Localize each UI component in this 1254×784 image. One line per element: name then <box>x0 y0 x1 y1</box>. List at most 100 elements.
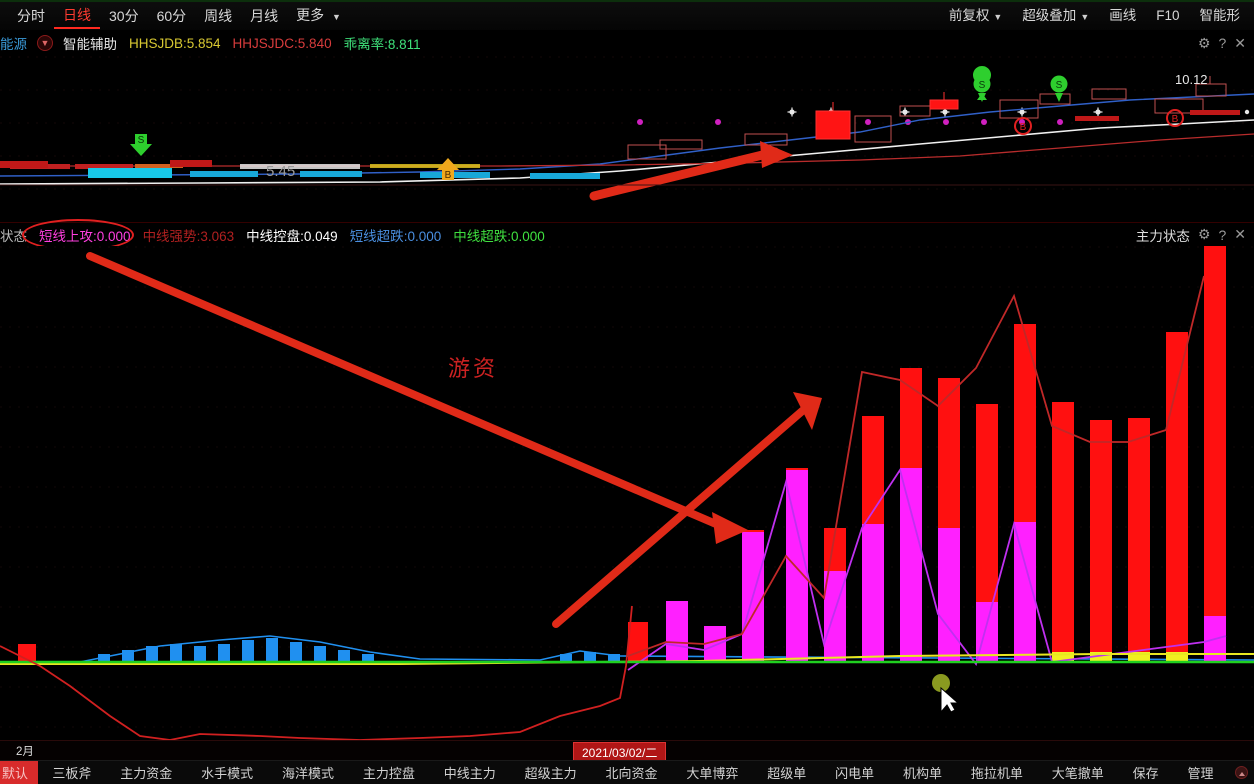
volume-chart-svg: 游资 <box>0 246 1254 740</box>
field-guailvlv: 乖离率:8.811 <box>343 37 421 52</box>
bar-red <box>976 404 998 602</box>
btn-jigoudan[interactable]: 机构单 <box>889 761 957 784</box>
collapse-knob-icon[interactable] <box>1228 761 1254 784</box>
smart-assist-label[interactable]: 智能辅助 <box>57 33 123 53</box>
svg-text:S: S <box>979 80 986 91</box>
upper-panel-window-controls: ⚙ ? ✕ <box>1198 35 1254 52</box>
tab-monthly[interactable]: 月线 <box>241 4 287 28</box>
bar-red <box>862 416 884 524</box>
btn-chaojidan[interactable]: 超级单 <box>753 761 821 784</box>
bar-magenta <box>862 524 884 662</box>
btn-guanli[interactable]: 管理 <box>1173 761 1228 784</box>
svg-text:B: B <box>1172 114 1179 125</box>
btn-dabichedan[interactable]: 大笔撤单 <box>1037 761 1118 784</box>
field-hhsjdb: HHSJDB:5.854 <box>129 35 221 51</box>
tab-weekly[interactable]: 周线 <box>195 4 241 28</box>
tab-more[interactable]: 更多 ▼ <box>287 3 350 29</box>
state-label: 状态 <box>0 228 27 244</box>
youzi-annotation-text: 游资 <box>448 356 498 381</box>
btn-qianfuquan-label: 前复权 <box>948 7 990 23</box>
btn-qianfuquan[interactable]: 前复权 ▼ <box>939 4 1012 29</box>
top-toolbar-right: 前复权 ▼ 超级叠加 ▼ 画线 F10 智能形 <box>939 4 1254 29</box>
panel-name-label: 能源 <box>0 37 27 52</box>
bar-red <box>1128 418 1150 662</box>
svg-text:S: S <box>1056 80 1063 91</box>
field-zhongxianqiangshi-label: 中线强势 <box>142 228 197 244</box>
btn-beixiangzijin[interactable]: 北向资金 <box>591 761 672 784</box>
timeframe-tabs: 分时 日线 30分 60分 周线 月线 更多 ▼ <box>0 3 350 29</box>
btn-drawline[interactable]: 画线 <box>1099 4 1146 28</box>
bar-magenta <box>938 528 960 662</box>
btn-dadanboyi[interactable]: 大单博弈 <box>672 761 753 784</box>
field-zhongxianqiangshi-value: 3.063 <box>200 228 235 244</box>
dropdown-icon[interactable]: ▼ <box>37 35 53 51</box>
btn-haiyangmoshi[interactable]: 海洋模式 <box>268 761 349 784</box>
top-toolbar: 分时 日线 30分 60分 周线 月线 更多 ▼ 前复权 ▼ 超级叠加 ▼ 画线 F… <box>0 0 1254 30</box>
field-zhongxianchaodie: 中线超跌:0.000 <box>453 228 545 244</box>
bottom-toolbar: 默认 三板斧 主力资金 水手模式 海洋模式 主力控盘 中线主力 超级主力 北向资… <box>0 760 1254 784</box>
btn-tuolajidan[interactable]: 拖拉机单 <box>957 761 1038 784</box>
btn-zhulikongpan[interactable]: 主力控盘 <box>349 761 430 784</box>
btn-baocun[interactable]: 保存 <box>1118 761 1173 784</box>
tab-60min[interactable]: 60分 <box>148 4 196 28</box>
btn-sanbanfu[interactable]: 三板斧 <box>38 761 106 784</box>
trading-app-window: 分时 日线 30分 60分 周线 月线 更多 ▼ 前复权 ▼ 超级叠加 ▼ 画线 F… <box>0 0 1254 784</box>
chevron-down-icon: ▼ <box>332 12 341 22</box>
btn-shandiandan[interactable]: 闪电单 <box>821 761 889 784</box>
bar-red <box>1052 402 1074 662</box>
tab-rixian[interactable]: 日线 <box>54 3 100 29</box>
help-icon[interactable]: ? <box>1218 227 1226 243</box>
gear-icon[interactable]: ⚙ <box>1198 226 1211 243</box>
candlestick-svg: 10.12 5.45 S S S B B B <box>0 56 1254 221</box>
field-duanxianchaodie: 短线超跌:0.000 <box>349 228 442 244</box>
bar-red <box>1090 420 1112 662</box>
btn-zhulizijin[interactable]: 主力资金 <box>106 761 187 784</box>
field-zhongxiankongpan: 中线控盘:0.049 <box>246 228 338 244</box>
bar-red <box>1014 324 1036 522</box>
tab-more-label: 更多 <box>296 7 325 23</box>
field-zhongxianqiangshi: 中线强势:3.063 <box>142 228 235 244</box>
bar-red <box>1166 332 1188 662</box>
bar-magenta <box>666 601 688 662</box>
field-duanxianshanggong-value: 0.000 <box>96 228 131 244</box>
field-hhjsjdc: HHJSJDC:5.840 <box>232 35 332 51</box>
bar-red <box>938 378 960 528</box>
btn-superlayer[interactable]: 超级叠加 ▼ <box>1012 4 1099 29</box>
tab-fenshi[interactable]: 分时 <box>8 4 54 28</box>
axis-month-label: 2月 <box>16 745 34 758</box>
svg-text:B: B <box>1020 122 1027 133</box>
field-duanxianshanggong: 短线上攻:0.000 <box>39 228 131 244</box>
btn-smartshape[interactable]: 智能形 <box>1190 4 1251 28</box>
btn-f10[interactable]: F10 <box>1146 4 1189 28</box>
btn-default-view[interactable]: 默认 <box>0 761 38 784</box>
lower-panel-window-controls: 主力状态 ⚙ ? ✕ <box>1136 225 1254 245</box>
price-label-upper: 10.12 <box>1175 72 1208 87</box>
field-zhongxiankongpan-value: 0.049 <box>303 228 338 244</box>
btn-chaojizhuli[interactable]: 超级主力 <box>510 761 591 784</box>
tab-30min[interactable]: 30分 <box>100 4 148 28</box>
help-icon[interactable]: ? <box>1218 35 1226 51</box>
field-zhongxianchaodie-value: 0.000 <box>511 228 545 244</box>
main-force-volume-panel[interactable]: 游资 <box>0 246 1254 740</box>
field-zhongxiankongpan-label: 中线控盘 <box>246 228 301 244</box>
svg-text:B: B <box>445 170 452 181</box>
upper-indicator-header: 能源 ▼ 智能辅助 HHSJDB:5.854 HHJSJDC:5.840 乖离率… <box>0 30 1254 56</box>
field-duanxianchaodie-label: 短线超跌 <box>349 228 404 244</box>
btn-superlayer-label: 超级叠加 <box>1022 7 1077 23</box>
bar-magenta <box>900 468 922 662</box>
gear-icon[interactable]: ⚙ <box>1198 35 1211 52</box>
btn-shuishoumoshi[interactable]: 水手模式 <box>187 761 268 784</box>
lower-indicator-header: 状态 短线上攻:0.000 中线强势:3.063 中线控盘:0.049 短线超跌… <box>0 222 1254 246</box>
main-force-state-label: 主力状态 <box>1135 228 1190 244</box>
btn-zhongxianzhuli[interactable]: 中线主力 <box>429 761 510 784</box>
bar-red <box>1204 246 1226 616</box>
field-duanxianchaodie-value: 0.000 <box>407 228 442 244</box>
close-icon[interactable]: ✕ <box>1234 226 1246 243</box>
price-candlestick-panel[interactable]: 10.12 5.45 S S S B B B <box>0 56 1254 221</box>
chevron-down-icon: ▼ <box>1080 11 1090 22</box>
field-duanxianshanggong-label: 短线上攻 <box>39 228 93 244</box>
chevron-down-icon: ▼ <box>993 11 1003 22</box>
price-label-left: 5.45 <box>266 163 295 180</box>
close-icon[interactable]: ✕ <box>1234 35 1246 52</box>
field-zhongxianchaodie-label: 中线超跌 <box>453 228 508 244</box>
